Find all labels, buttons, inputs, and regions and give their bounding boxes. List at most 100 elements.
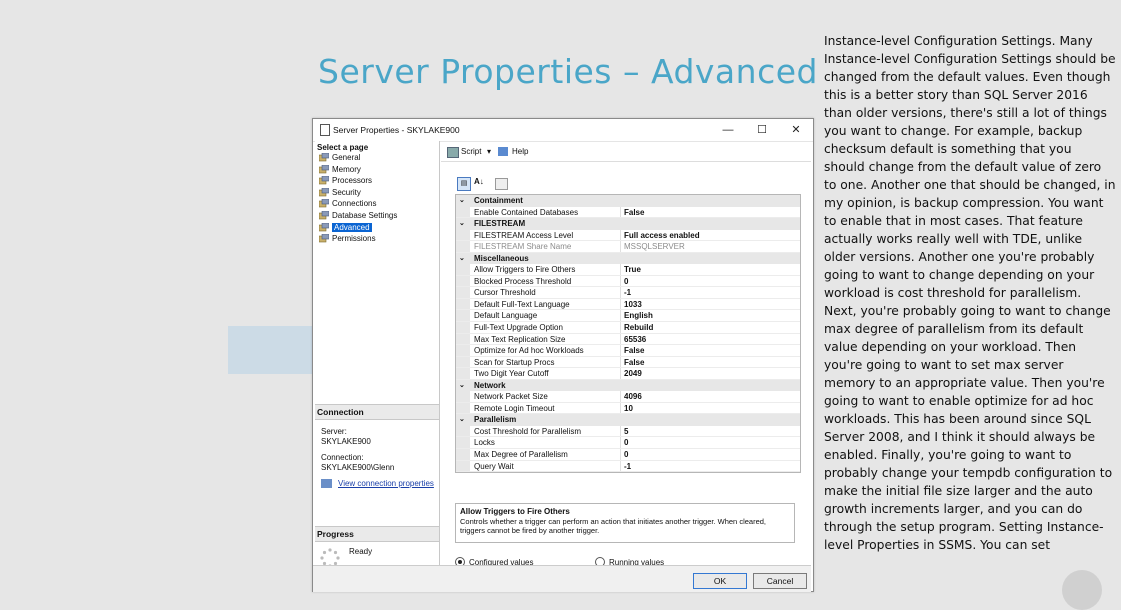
grid-gutter — [456, 460, 470, 472]
page-item-processors[interactable]: Processors — [315, 175, 439, 187]
page-item-memory[interactable]: Memory — [315, 164, 439, 176]
grid-property-value[interactable]: 65536 — [624, 334, 646, 346]
grid-property-value[interactable]: -1 — [624, 461, 631, 473]
collapse-chevron-icon[interactable]: ⌄ — [459, 253, 465, 265]
grid-property-row[interactable]: Cost Threshold for Parallelism 5 — [456, 425, 800, 438]
grid-property-value[interactable]: 0 — [624, 449, 628, 461]
wrench-icon — [318, 175, 330, 185]
connection-label: Connection: — [321, 453, 364, 462]
grid-property-value[interactable]: 0 — [624, 276, 628, 288]
grid-property-value[interactable]: 1033 — [624, 299, 642, 311]
close-button[interactable]: ✕ — [781, 121, 811, 139]
page-item-general[interactable]: General — [315, 152, 439, 164]
grid-property-value[interactable]: 0 — [624, 437, 628, 449]
script-icon — [447, 147, 459, 158]
script-button[interactable]: Script — [461, 147, 481, 156]
dialog-button-bar: OK Cancel — [313, 565, 811, 592]
help-button[interactable]: Help — [512, 147, 528, 156]
collapse-chevron-icon[interactable]: ⌄ — [459, 195, 465, 207]
grid-property-name: Scan for Startup Procs — [474, 357, 555, 367]
grid-gutter — [456, 287, 470, 298]
page-item-label: Advanced — [332, 222, 372, 232]
grid-property-value[interactable]: 4096 — [624, 391, 642, 403]
grid-property-value[interactable]: 10 — [624, 403, 633, 415]
page-item-database-settings[interactable]: Database Settings — [315, 210, 439, 222]
grid-property-row[interactable]: Scan for Startup Procs False — [456, 356, 800, 369]
grid-property-value[interactable]: False — [624, 357, 644, 369]
grid-property-row[interactable]: Network Packet Size 4096 — [456, 391, 800, 403]
grid-property-name: Optimize for Ad hoc Workloads — [474, 346, 584, 356]
grid-gutter — [456, 345, 470, 356]
grid-gutter — [456, 241, 470, 252]
grid-property-row[interactable]: Max Text Replication Size 65536 — [456, 333, 800, 346]
page-item-security[interactable]: Security — [315, 187, 439, 199]
grid-property-value[interactable]: True — [624, 264, 641, 276]
grid-property-row[interactable]: Default Full-Text Language 1033 — [456, 298, 800, 311]
grid-category-row[interactable]: ⌄ Network — [456, 379, 800, 392]
minimize-button[interactable]: — — [713, 121, 743, 139]
grid-property-value[interactable]: Rebuild — [624, 322, 653, 334]
grid-property-name: Default Language — [474, 311, 538, 321]
grid-property-row[interactable]: FILESTREAM Access Level Full access enabl… — [456, 229, 800, 242]
page-item-permissions[interactable]: Permissions — [315, 233, 439, 245]
grid-property-name: Network Packet Size — [474, 392, 548, 402]
grid-property-value[interactable]: 5 — [624, 426, 628, 438]
grid-category-row[interactable]: ⌄ Miscellaneous — [456, 252, 800, 265]
grid-property-row[interactable]: Max Degree of Parallelism 0 — [456, 449, 800, 461]
grid-property-name: Two Digit Year Cutoff — [474, 369, 549, 379]
progress-header: Progress — [315, 526, 439, 542]
grid-category-row[interactable]: ⌄ Containment — [456, 195, 800, 207]
collapse-chevron-icon[interactable]: ⌄ — [459, 414, 465, 426]
collapse-chevron-icon[interactable]: ⌄ — [459, 218, 465, 230]
grid-property-value[interactable]: Full access enabled — [624, 230, 700, 242]
grid-property-value[interactable]: False — [624, 345, 644, 357]
grid-gutter — [456, 333, 470, 345]
dialog-toolbar: Script ▾ Help — [441, 141, 811, 162]
maximize-button[interactable]: ☐ — [747, 121, 777, 139]
grid-property-row[interactable]: Cursor Threshold -1 — [456, 287, 800, 299]
description-panel: Allow Triggers to Fire Others Controls w… — [455, 503, 795, 543]
grid-category-row[interactable]: ⌄ Parallelism — [456, 414, 800, 426]
wrench-icon — [318, 152, 330, 162]
grid-property-row[interactable]: Remote Login Timeout 10 — [456, 402, 800, 415]
grid-property-row[interactable]: FILESTREAM Share Name MSSQLSERVER — [456, 241, 800, 253]
collapse-chevron-icon[interactable]: ⌄ — [459, 380, 465, 392]
page-item-label: Processors — [332, 176, 373, 186]
grid-property-row[interactable]: Enable Contained Databases False — [456, 206, 800, 219]
server-value: SKYLAKE900 — [321, 436, 371, 446]
grid-property-row[interactable]: Locks 0 — [456, 437, 800, 450]
grid-property-row[interactable]: Optimize for Ad hoc Workloads False — [456, 345, 800, 357]
grid-property-value[interactable]: 2049 — [624, 368, 642, 380]
grid-property-row[interactable]: Default Language English — [456, 310, 800, 323]
server-label: Server: — [321, 427, 347, 436]
grid-gutter — [456, 425, 470, 437]
grid-property-row[interactable]: Query Wait -1 — [456, 460, 800, 473]
view-properties-icon — [321, 479, 332, 488]
page-item-advanced[interactable]: Advanced — [315, 222, 439, 234]
grid-property-row[interactable]: Two Digit Year Cutoff 2049 — [456, 368, 800, 380]
grid-property-value[interactable]: -1 — [624, 287, 631, 299]
grid-category-row[interactable]: ⌄ FILESTREAM — [456, 218, 800, 230]
property-pages-icon[interactable] — [495, 178, 508, 190]
wrench-icon — [318, 164, 330, 174]
grid-property-name: Cursor Threshold — [474, 288, 536, 298]
grid-property-name: FILESTREAM Share Name — [474, 242, 572, 252]
grid-gutter — [456, 391, 470, 402]
grid-property-row[interactable]: Allow Triggers to Fire Others True — [456, 264, 800, 276]
play-button[interactable] — [1062, 570, 1102, 610]
grid-gutter — [456, 402, 470, 414]
grid-property-row[interactable]: Full-Text Upgrade Option Rebuild — [456, 322, 800, 334]
right-panel: Script ▾ Help ▤ A↓ ⌄ Containment Enable Co… — [441, 141, 811, 589]
grid-property-value[interactable]: False — [624, 207, 644, 219]
page-item-label: Permissions — [332, 234, 376, 244]
categorized-icon[interactable]: ▤ — [457, 177, 471, 191]
chevron-down-icon[interactable]: ▾ — [487, 147, 491, 156]
grid-gutter — [456, 275, 470, 287]
grid-property-name: Default Full-Text Language — [474, 299, 570, 309]
page-item-connections[interactable]: Connections — [315, 198, 439, 210]
grid-property-row[interactable]: Blocked Process Threshold 0 — [456, 275, 800, 288]
grid-property-value[interactable]: English — [624, 310, 653, 322]
grid-property-value[interactable]: MSSQLSERVER — [624, 241, 685, 253]
view-connection-properties-link[interactable]: View connection properties — [338, 479, 434, 488]
alphabetical-icon[interactable]: A↓ — [474, 177, 484, 186]
